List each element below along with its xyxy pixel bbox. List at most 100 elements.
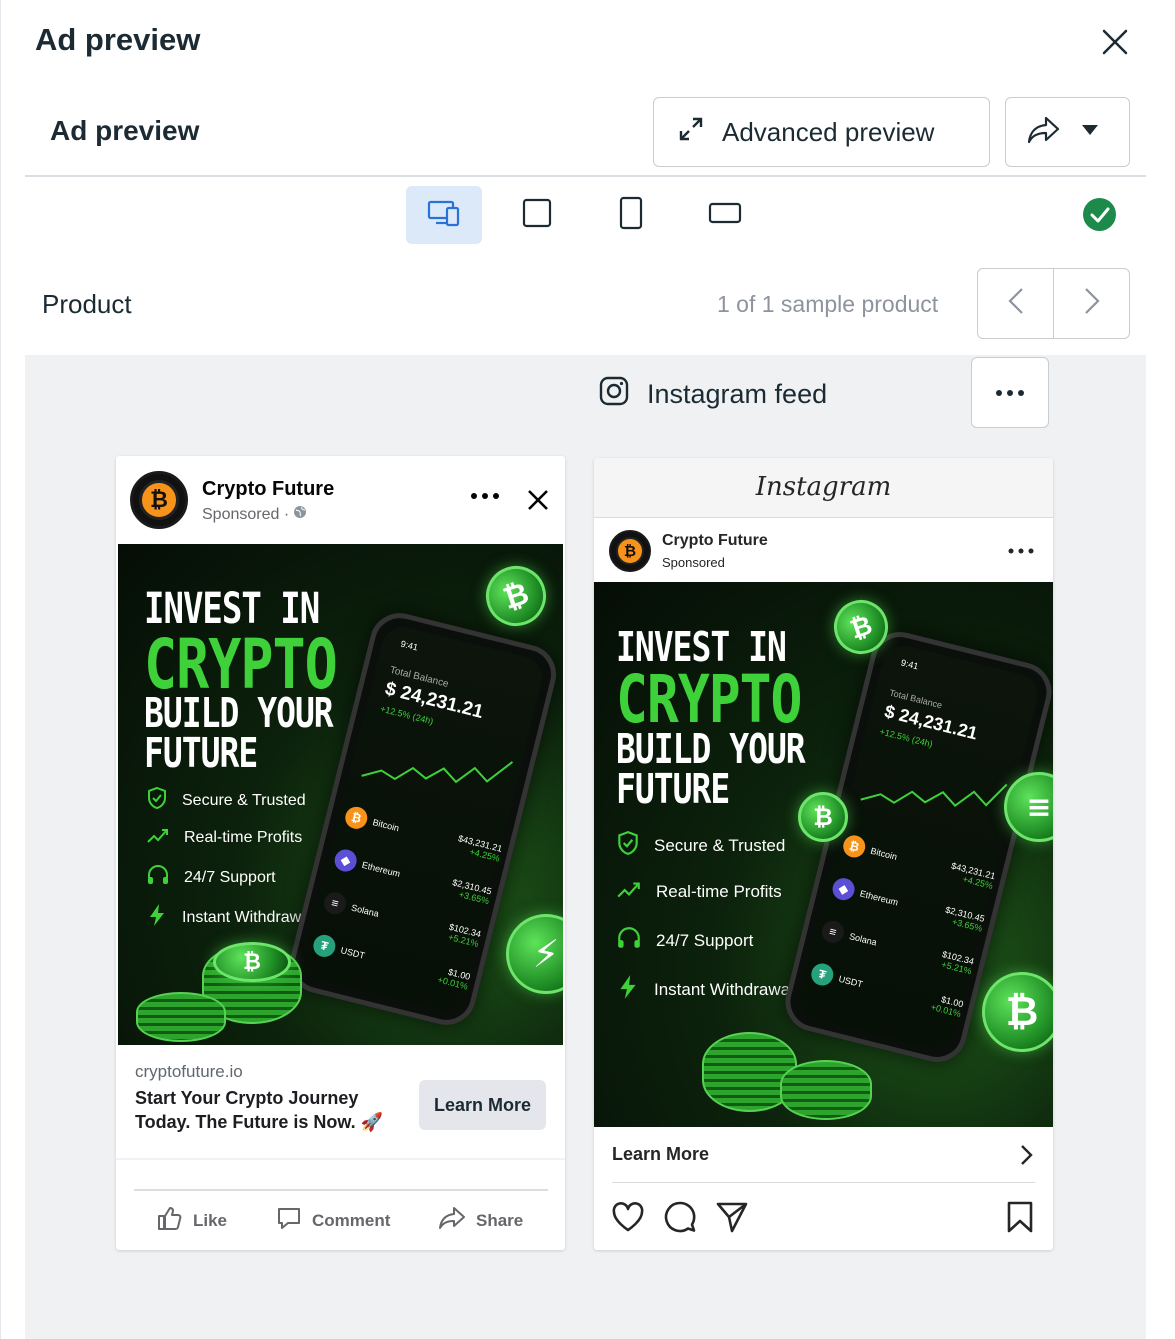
feature-item: Instant Withdrawals [146, 903, 322, 932]
like-label: Like [193, 1210, 228, 1230]
page-avatar: ₿ [130, 471, 188, 529]
asset-left: ₮ USDT [311, 932, 367, 967]
square-icon [522, 198, 552, 233]
chevron-right-icon[interactable] [1014, 1142, 1040, 1168]
asset-name: Bitcoin [869, 845, 899, 862]
feature-label: Secure & Trusted [654, 835, 786, 855]
ig-divider [612, 1182, 1035, 1183]
asset-coin-icon: ₿ [840, 833, 868, 860]
headline-line4: FUTURE [144, 728, 258, 777]
placement-header: Instagram feed [599, 376, 827, 413]
asset-list: ₿ Bitcoin $43,231.21 +4.25% ◆ Ethereum $2,310.… [308, 794, 506, 1003]
advanced-preview-label: Advanced preview [722, 116, 935, 147]
device-square-button[interactable] [499, 186, 575, 244]
like-button[interactable]: Like [157, 1205, 227, 1236]
asset-name: Ethereum [360, 859, 402, 879]
sponsored-line: Sponsored · [202, 505, 307, 524]
desktop-mobile-icon [427, 199, 461, 232]
product-count: 1 of 1 sample product [717, 291, 939, 317]
learn-more-button[interactable]: Learn More [419, 1080, 546, 1130]
product-label: Product [42, 289, 132, 319]
ad-domain: cryptofuture.io [135, 1062, 243, 1081]
section-title: Ad preview [50, 115, 200, 146]
asset-name: Solana [848, 931, 878, 948]
coin-stack-image [780, 1060, 872, 1120]
bitcoin-logo-icon: ₿ [139, 480, 179, 520]
product-pager [977, 268, 1130, 339]
ig-more-icon[interactable] [1004, 543, 1038, 559]
heart-icon[interactable] [608, 1198, 648, 1236]
feature-item: Instant Withdrawals [616, 974, 802, 1005]
asset-right: $102.34 +5.21% [939, 949, 975, 976]
placement-more-button[interactable] [971, 357, 1049, 428]
comment-label: Comment [312, 1210, 391, 1230]
asset-name: USDT [339, 945, 366, 961]
ad-creative-image: INVEST IN CRYPTO BUILD YOUR FUTURE Secur… [594, 582, 1053, 1127]
asset-coin-icon: ₮ [808, 961, 836, 988]
device-portrait-button[interactable] [593, 186, 669, 244]
coin-stack-image [136, 992, 226, 1042]
phone-time: 9:41 [899, 657, 920, 672]
asset-name: Bitcoin [371, 817, 401, 834]
asset-left: ◆ Ethereum [332, 847, 402, 885]
bitcoin-coin-icon: ₿ [213, 942, 291, 982]
bitcoin-coin-icon: ₿ [798, 792, 848, 842]
landscape-icon [708, 202, 742, 229]
asset-right: $2,310.45 +3.65% [449, 877, 492, 906]
asset-name: Solana [350, 902, 380, 919]
feature-item: Secure & Trusted [146, 786, 306, 815]
phone-time: 9:41 [399, 638, 420, 653]
lightning-icon [616, 974, 640, 1005]
sponsored-text: Sponsored [662, 555, 725, 570]
asset-left: ≡ Solana [819, 918, 880, 953]
asset-left: ◆ Ethereum [830, 875, 900, 914]
share-dropdown-button[interactable] [1005, 97, 1130, 167]
bookmark-icon[interactable] [1000, 1198, 1040, 1236]
advanced-preview-button[interactable]: Advanced preview [653, 97, 990, 167]
placement-label: Instagram feed [647, 379, 828, 409]
feature-item: Secure & Trusted [616, 830, 785, 861]
asset-right: $102.34 +5.21% [446, 922, 482, 949]
page-name: Crypto Future [202, 478, 335, 500]
asset-coin-icon: ≡ [321, 889, 349, 917]
feature-label: Real-time Profits [656, 881, 782, 901]
feature-label: Instant Withdrawals [654, 979, 803, 999]
next-product-button[interactable] [1054, 269, 1129, 338]
share-arrow-icon [1026, 114, 1062, 151]
ad-preview-modal: Ad preview Ad preview Advanced preview P… [0, 0, 1175, 1339]
close-icon[interactable] [1097, 24, 1133, 60]
asset-coin-icon: ◆ [332, 847, 359, 874]
asset-right: $1.00 +0.01% [930, 992, 965, 1019]
device-landscape-button[interactable] [687, 186, 763, 244]
device-all-button[interactable] [406, 186, 482, 244]
asset-right: $43,231.21 +4.25% [948, 861, 996, 891]
checkmark-icon [1083, 198, 1116, 231]
asset-left: ₮ USDT [808, 961, 865, 995]
comment-button[interactable]: Comment [276, 1205, 390, 1236]
share-button[interactable]: Share [438, 1205, 523, 1236]
feature-label: Real-time Profits [184, 828, 303, 846]
fb-close-icon[interactable] [524, 486, 552, 514]
ig-learn-more-link[interactable]: Learn More [612, 1144, 709, 1165]
balance-sparkline [860, 783, 1008, 807]
previous-product-button[interactable] [978, 269, 1054, 338]
instagram-logo: Instagram [755, 472, 892, 502]
feature-item: 24/7 Support [616, 926, 753, 955]
asset-list: ₿ Bitcoin $43,231.21 +4.25% ◆ Ethereum $2,310.… [806, 822, 999, 1030]
shield-check-icon [616, 830, 640, 861]
asset-name: USDT [837, 973, 864, 990]
comment-bubble-icon[interactable] [660, 1198, 700, 1236]
ad-creative-image: INVEST IN CRYPTO BUILD YOUR FUTURE Secur… [118, 544, 563, 1045]
fb-more-icon[interactable] [468, 486, 502, 506]
sponsored-text: Sponsored · [202, 505, 290, 523]
send-icon[interactable] [712, 1198, 752, 1236]
asset-left: ₿ Bitcoin [342, 804, 402, 839]
card-divider [116, 1158, 565, 1160]
page-avatar: ₿ [609, 530, 651, 572]
bitcoin-coin-icon: ₿ [478, 558, 554, 634]
asset-right: $43,231.21 +4.25% [455, 833, 503, 863]
asset-coin-icon: ₮ [311, 932, 338, 960]
asset-name: Ethereum [858, 888, 900, 908]
header-divider [25, 175, 1146, 177]
caret-down-icon [1080, 123, 1100, 141]
